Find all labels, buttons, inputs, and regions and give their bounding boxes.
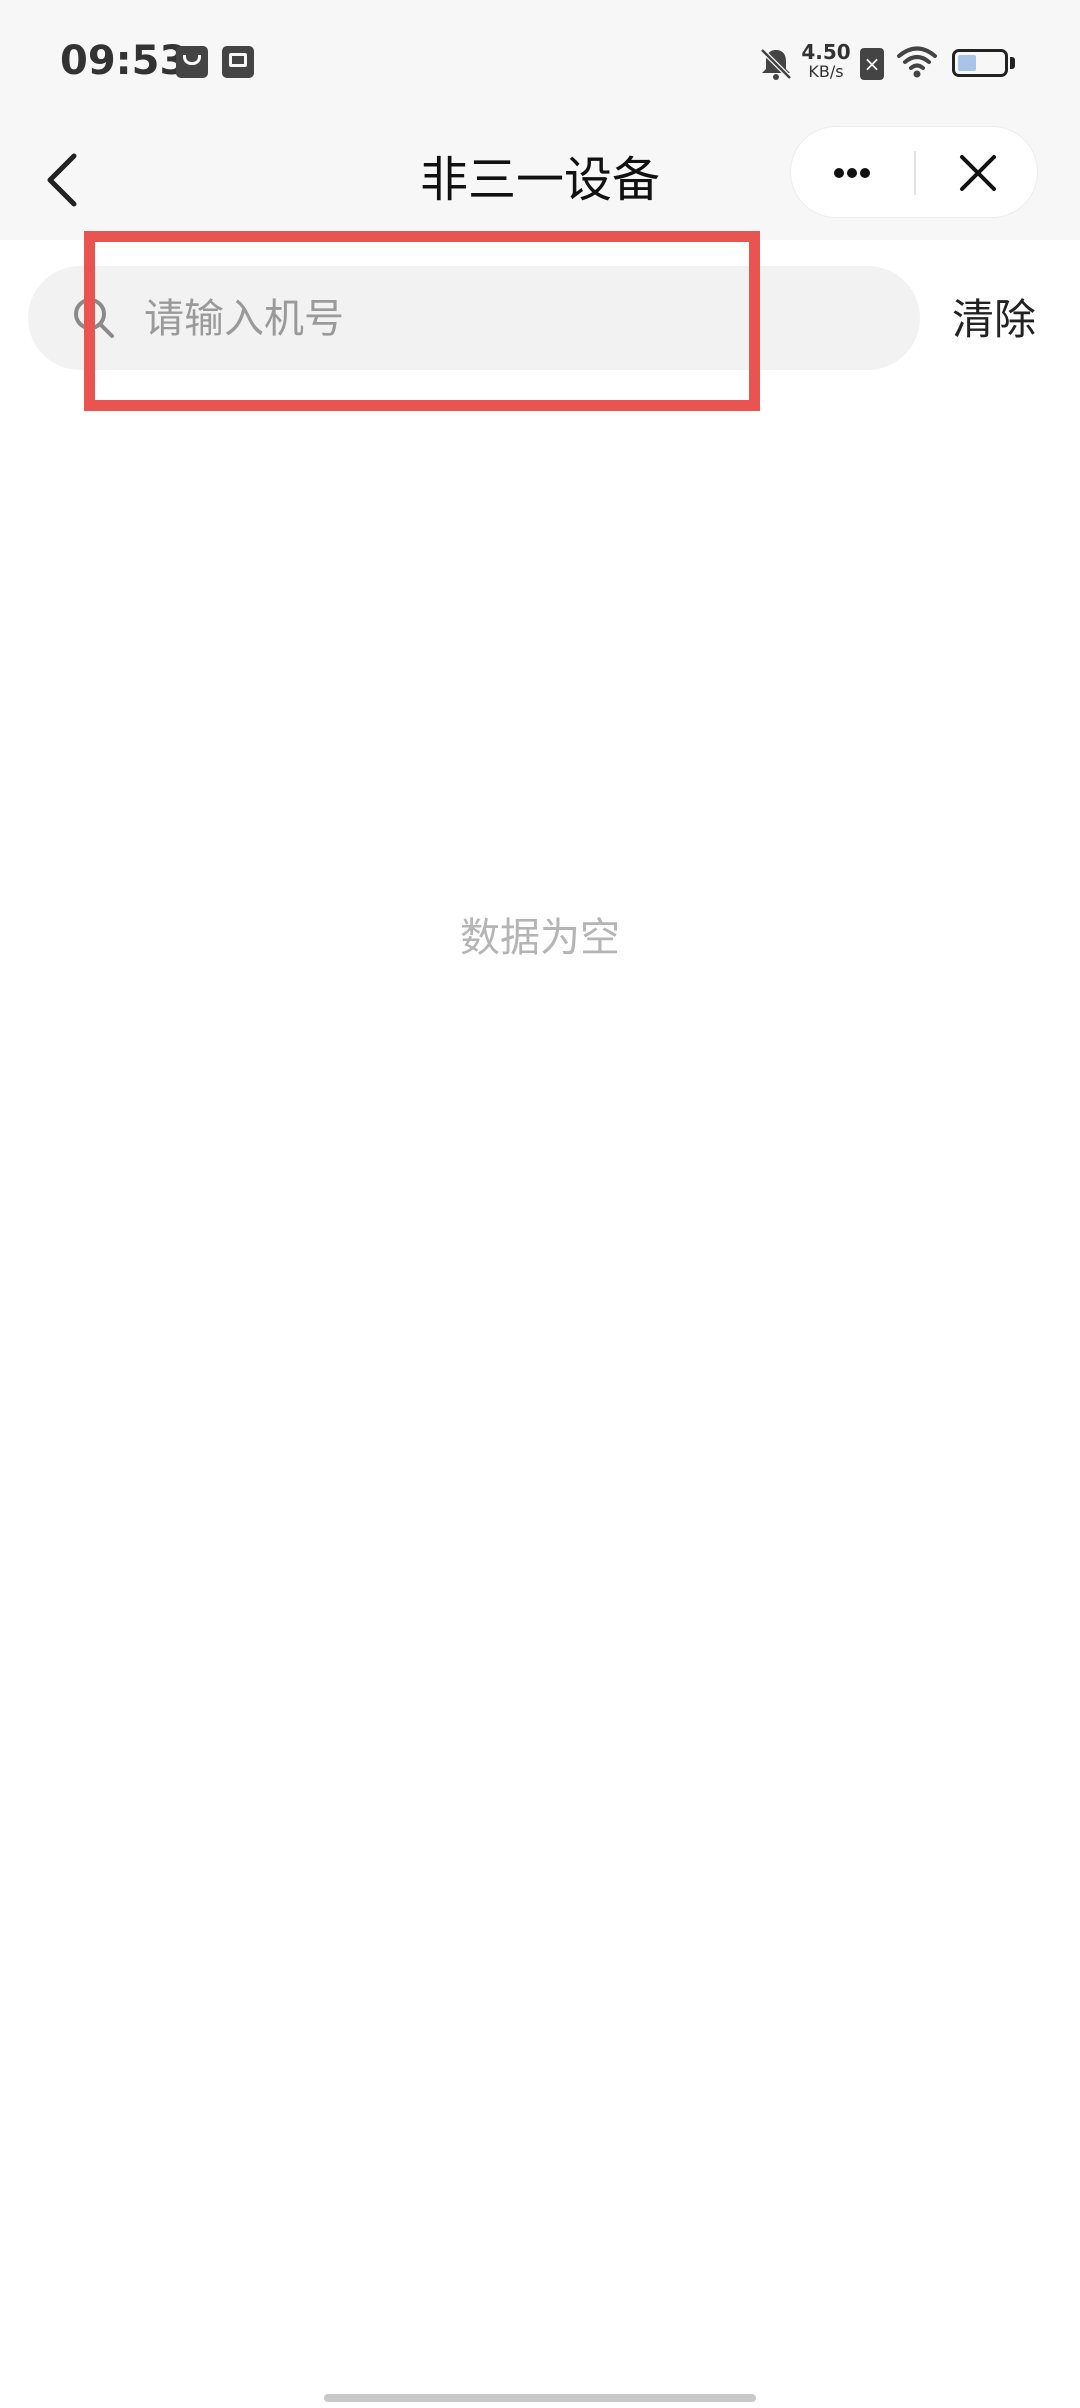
battery-level <box>958 55 976 71</box>
battery-tip <box>1010 57 1015 69</box>
battery-icon <box>952 49 1008 77</box>
nav-bar: 非三一设备 <box>0 126 1080 240</box>
no-sim-icon: × <box>860 48 884 80</box>
muted-bell-icon <box>760 48 792 80</box>
search-row: 清除 <box>0 240 1080 400</box>
close-button[interactable] <box>917 127 1039 219</box>
network-speed-value: 4.50 <box>801 40 851 64</box>
network-speed: 4.50 KB/s <box>800 42 852 82</box>
inbox-check-icon <box>222 46 254 78</box>
mall-bag-icon <box>176 46 208 78</box>
status-bar: 09:53 4.50 KB/s × <box>0 0 1080 126</box>
chevron-left-icon <box>47 153 77 207</box>
search-icon <box>74 298 114 338</box>
more-button[interactable] <box>791 127 913 219</box>
wifi-icon <box>897 46 937 78</box>
home-indicator[interactable] <box>324 2394 756 2402</box>
status-time: 09:53 <box>60 38 188 84</box>
close-icon <box>960 155 996 191</box>
search-input[interactable] <box>142 286 886 352</box>
capsule-menu <box>790 126 1038 218</box>
page-title: 非三一设备 <box>419 152 660 208</box>
clear-button[interactable]: 清除 <box>952 290 1062 350</box>
network-speed-unit: KB/s <box>808 62 844 81</box>
more-dots-icon <box>834 168 870 178</box>
capsule-divider <box>914 151 916 195</box>
search-box[interactable] <box>28 266 920 370</box>
back-button[interactable] <box>36 146 96 214</box>
empty-state-text: 数据为空 <box>460 915 620 961</box>
